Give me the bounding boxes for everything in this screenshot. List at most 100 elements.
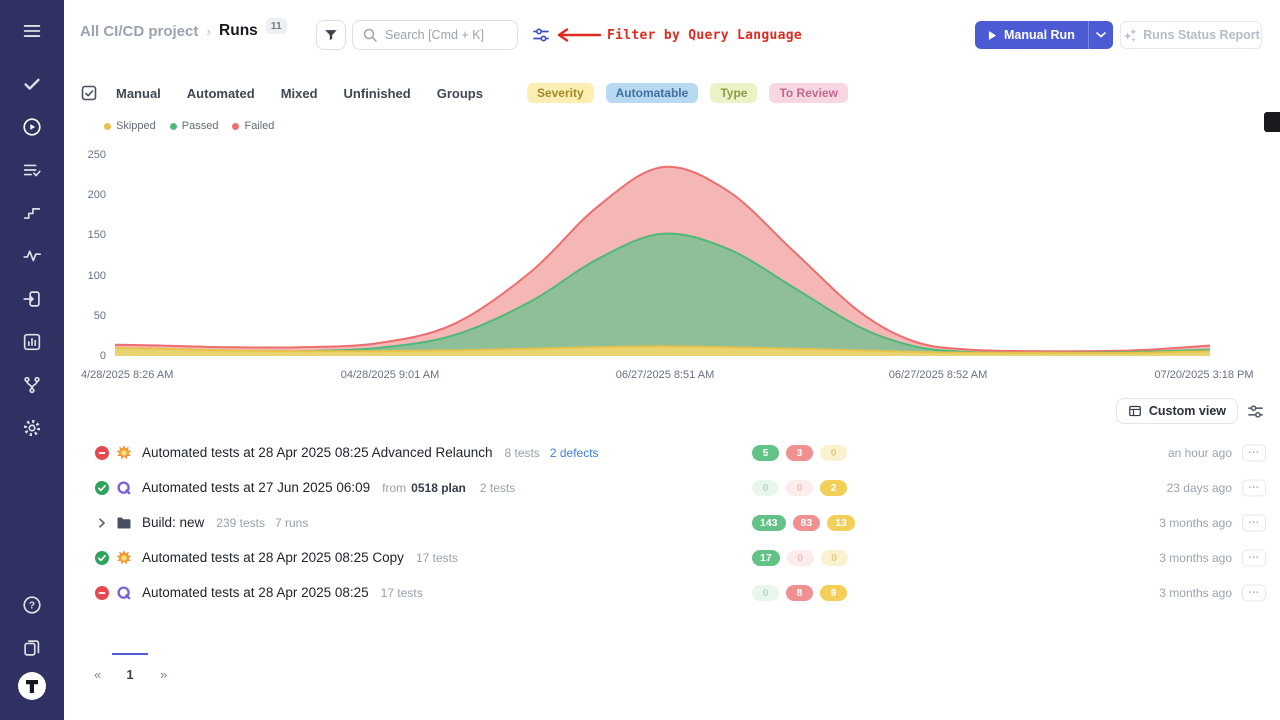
- folder-icon: [116, 515, 132, 531]
- legend-label: Failed: [244, 120, 274, 132]
- green-count-badge: 143: [752, 515, 786, 531]
- table-view-icon: [1128, 404, 1142, 418]
- y-tick-label: 0: [64, 349, 106, 363]
- breadcrumb-project[interactable]: All CI/CD project: [80, 23, 198, 40]
- tab-mixed[interactable]: Mixed: [281, 86, 318, 101]
- run-time: 3 months ago: [1159, 586, 1232, 600]
- active-page-indicator: [112, 653, 148, 655]
- tab-automated[interactable]: Automated: [187, 86, 255, 101]
- result-badges: 002: [752, 480, 847, 496]
- tab-manual[interactable]: Manual: [116, 86, 161, 101]
- chart-legend: Skipped Passed Failed: [104, 120, 274, 132]
- row-actions-button[interactable]: ⋯: [1242, 549, 1266, 566]
- scrollbar-thumb[interactable]: [1264, 112, 1280, 132]
- result-badges: 1700: [752, 550, 848, 566]
- burst-icon: [116, 445, 132, 461]
- tab-unfinished[interactable]: Unfinished: [344, 86, 411, 101]
- play-icon: [988, 30, 997, 41]
- run-title[interactable]: Automated tests at 28 Apr 2025 08:25: [142, 585, 369, 600]
- runs-play-icon[interactable]: [21, 116, 43, 138]
- y-tick-label: 100: [64, 269, 106, 283]
- steps-icon[interactable]: [21, 202, 43, 224]
- tab-groups[interactable]: Groups: [437, 86, 483, 101]
- legend-dot: [104, 123, 111, 130]
- manual-run-dropdown-button[interactable]: [1088, 21, 1113, 49]
- help-icon[interactable]: ?: [21, 594, 43, 616]
- row-actions-button[interactable]: ⋯: [1242, 479, 1266, 496]
- run-row[interactable]: Automated tests at 27 Jun 2025 06:09from…: [64, 470, 1280, 505]
- run-row[interactable]: Automated tests at 28 Apr 2025 08:25 Adv…: [64, 435, 1280, 470]
- documents-icon[interactable]: [21, 637, 43, 659]
- filter-button[interactable]: [316, 20, 346, 50]
- expand-chevron-icon[interactable]: [94, 515, 110, 531]
- manual-run-button[interactable]: Manual Run: [975, 21, 1113, 49]
- x-tick-label: 04/28/2025 9:01 AM: [341, 369, 439, 381]
- legend-item[interactable]: Skipped: [104, 120, 156, 132]
- filter-pill[interactable]: To Review: [769, 83, 847, 103]
- defects-link[interactable]: 2 defects: [550, 446, 599, 460]
- run-time: 3 months ago: [1159, 516, 1232, 530]
- row-actions-button[interactable]: ⋯: [1242, 584, 1266, 601]
- run-title[interactable]: Automated tests at 28 Apr 2025 08:25 Adv…: [142, 445, 493, 460]
- yellow-count-badge: 0: [820, 445, 847, 461]
- page-title: Runs: [219, 22, 258, 40]
- row-actions-button[interactable]: ⋯: [1242, 514, 1266, 531]
- import-icon[interactable]: [21, 288, 43, 310]
- yellow-count-badge: 0: [821, 550, 848, 566]
- app-logo[interactable]: [17, 671, 47, 701]
- filter-pill[interactable]: Severity: [527, 83, 594, 103]
- runs-status-report-button[interactable]: Runs Status Report: [1120, 21, 1262, 49]
- menu-icon[interactable]: [21, 20, 43, 42]
- search-icon: [362, 27, 378, 43]
- annotation-arrow-icon: [552, 28, 602, 42]
- sidebar: ?: [0, 0, 64, 720]
- x-axis: 4/28/2025 8:26 AM04/28/2025 9:01 AM06/27…: [115, 369, 1210, 383]
- qase-icon: [116, 480, 132, 496]
- run-title[interactable]: Automated tests at 28 Apr 2025 08:25 Cop…: [142, 550, 404, 565]
- run-list-icon[interactable]: [21, 159, 43, 181]
- run-row[interactable]: Automated tests at 28 Apr 2025 08:25 Cop…: [64, 540, 1280, 575]
- legend-item[interactable]: Passed: [170, 120, 219, 132]
- red-count-badge: 3: [786, 445, 813, 461]
- legend-label: Passed: [182, 120, 219, 132]
- activity-icon[interactable]: [21, 245, 43, 267]
- pagination-page-1[interactable]: 1: [122, 667, 138, 682]
- run-row[interactable]: Automated tests at 28 Apr 2025 08:25 17 t…: [64, 575, 1280, 610]
- red-count-badge: 83: [793, 515, 821, 531]
- green-count-badge: 5: [752, 445, 779, 461]
- pagination-prev[interactable]: «: [94, 667, 101, 682]
- green-count-badge: 0: [752, 480, 779, 496]
- run-meta: 17 tests: [381, 586, 423, 600]
- run-row[interactable]: Build: new239 tests7 runs14383133 months…: [64, 505, 1280, 540]
- x-tick-label: 06/27/2025 8:52 AM: [889, 369, 987, 381]
- breadcrumb-separator: ›: [206, 23, 211, 39]
- manual-run-main[interactable]: Manual Run: [975, 21, 1088, 49]
- filter-pill[interactable]: Type: [710, 83, 757, 103]
- y-tick-label: 150: [64, 228, 106, 242]
- run-time: an hour ago: [1168, 446, 1232, 460]
- view-settings-icon[interactable]: [1247, 403, 1264, 420]
- run-title[interactable]: Automated tests at 27 Jun 2025 06:09: [142, 480, 370, 495]
- filter-pill[interactable]: Automatable: [606, 83, 699, 103]
- reports-icon[interactable]: [21, 331, 43, 353]
- legend-item[interactable]: Failed: [232, 120, 274, 132]
- run-title[interactable]: Build: new: [142, 515, 204, 530]
- y-axis: 050100150200250: [64, 150, 106, 362]
- run-meta: 17 tests: [416, 551, 458, 565]
- custom-view-button[interactable]: Custom view: [1116, 398, 1238, 424]
- annotation-text: Filter by Query Language: [607, 28, 802, 43]
- legend-dot: [232, 123, 239, 130]
- row-actions-button[interactable]: ⋯: [1242, 444, 1266, 461]
- branches-icon[interactable]: [21, 374, 43, 396]
- select-runs-icon[interactable]: [80, 84, 98, 102]
- runs-count-badge: 11: [266, 18, 287, 34]
- result-badges: 530: [752, 445, 847, 461]
- yellow-count-badge: 2: [820, 480, 847, 496]
- settings-gear-icon[interactable]: [21, 417, 43, 439]
- chevron-down-icon: [1096, 32, 1106, 38]
- query-language-filter-icon[interactable]: [532, 26, 550, 44]
- run-time: 3 months ago: [1159, 551, 1232, 565]
- run-meta: 239 tests7 runs: [216, 516, 308, 530]
- tasks-icon[interactable]: [21, 73, 43, 95]
- pagination-next[interactable]: »: [160, 667, 167, 682]
